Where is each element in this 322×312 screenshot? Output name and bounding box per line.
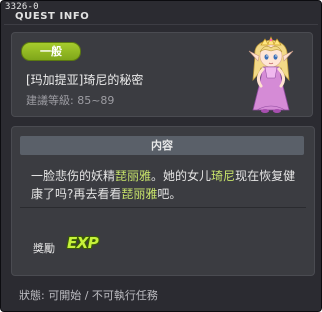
npc-name-highlight: 琦尼 [211,169,236,183]
content-divider [20,207,306,208]
exp-reward-icon: EXP [67,234,99,252]
npc-name-highlight: 琵丽雅 [115,169,152,183]
description-text: 。她的女儿 [151,169,212,183]
description-text: 吧。 [157,187,182,201]
reward-label: 獎勵 [33,242,55,255]
quest-status: 狀態: 可開始 / 不可執行任務 [19,289,158,302]
content-header: 内容 [20,136,304,155]
quest-description: 一脸悲伤的妖精琵丽雅。她的女儿琦尼现在恢复健康了吗?再去看看琵丽雅吧。 [31,167,307,203]
quest-content-panel: 内容 一脸悲伤的妖精琵丽雅。她的女儿琦尼现在恢复健康了吗?再去看看琵丽雅吧。 獎… [11,126,315,276]
quest-info-window: 3326-0 QUEST INFO 一般 [玛加提亚]琦尼的秘密 建議等級: 8… [0,0,322,312]
quest-recommended-level: 建議等級: 85~89 [26,94,115,107]
title-divider [4,24,318,25]
fairy-npc-portrait-icon [248,36,294,113]
quest-header-card: 一般 [玛加提亚]琦尼的秘密 建議等級: 85~89 [11,32,313,117]
quest-category-badge: 一般 [21,42,81,61]
quest-name: [玛加提亚]琦尼的秘密 [26,73,144,87]
npc-name-highlight: 琵丽雅 [121,187,158,201]
window-title: QUEST INFO [15,11,90,22]
description-text: 一脸悲伤的妖精 [31,169,116,183]
